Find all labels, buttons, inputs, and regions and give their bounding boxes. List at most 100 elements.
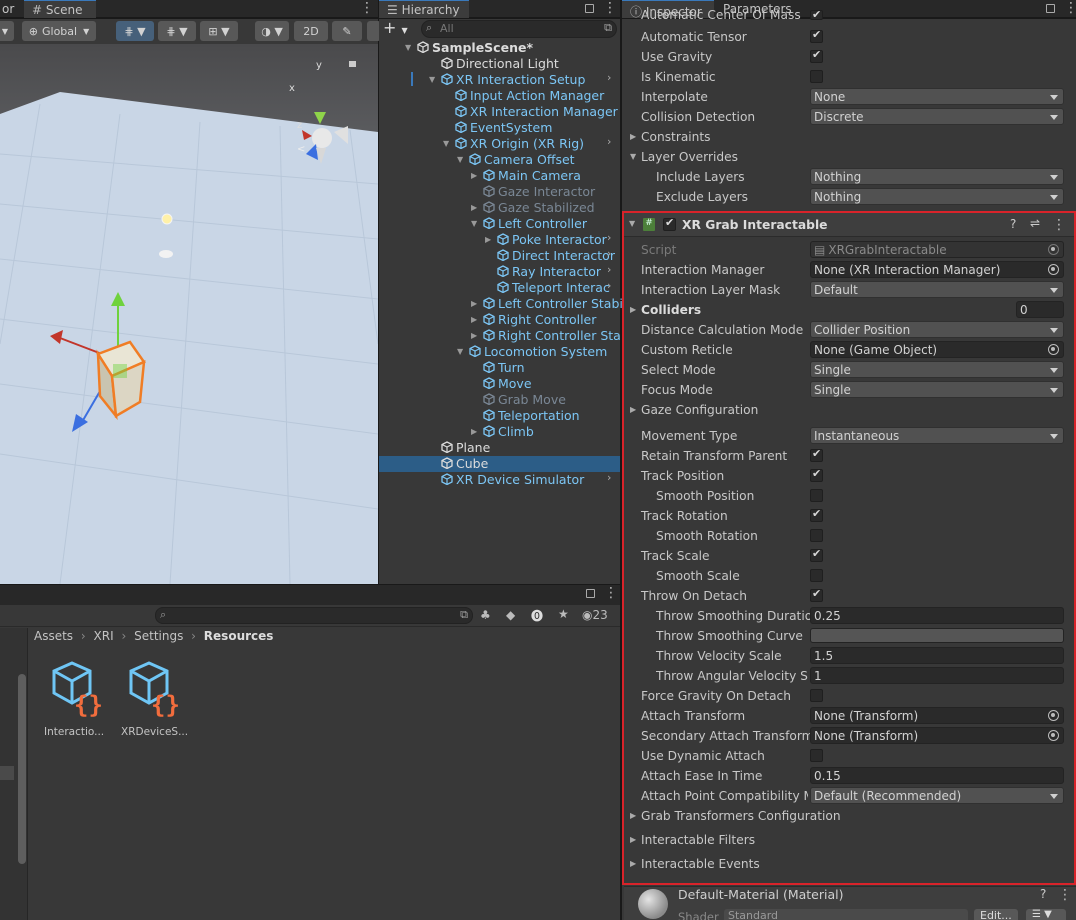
- throw-on-detach-checkbox[interactable]: [810, 587, 823, 602]
- create-button[interactable]: + ▼: [383, 20, 413, 37]
- smooth-rotation-checkbox[interactable]: [810, 529, 823, 542]
- chevron-right-icon[interactable]: ▶: [630, 811, 636, 820]
- warning-icon[interactable]: ⓿: [531, 607, 543, 624]
- hierarchy-item[interactable]: Directional Light: [441, 55, 559, 71]
- scene-menu-icon[interactable]: [360, 0, 374, 16]
- breadcrumb-settings[interactable]: Settings: [134, 629, 183, 643]
- chevron-right-icon[interactable]: ▶: [471, 299, 477, 308]
- attach-ease-in-time-field[interactable]: 0.15: [810, 767, 1064, 784]
- hierarchy-item[interactable]: ▶ Main Camera: [471, 167, 581, 183]
- filter-icon[interactable]: ⧉: [604, 21, 612, 35]
- hierarchy-item[interactable]: Teleport Interac: [497, 279, 610, 295]
- visibility-count[interactable]: ◉23: [582, 608, 608, 622]
- throw-angular-velocity-scale-field[interactable]: 1: [810, 667, 1064, 684]
- component-menu-icon[interactable]: [1052, 217, 1066, 233]
- hierarchy-item[interactable]: ▶ Climb: [471, 423, 534, 439]
- secondary-attach-transform-field[interactable]: None (Transform): [810, 727, 1064, 744]
- component-header[interactable]: ▼ # ✔ XR Grab Interactable ? ⇌: [624, 213, 1074, 237]
- tab-animator[interactable]: or: [0, 0, 22, 18]
- hierarchy-item[interactable]: ▼ XR Interaction Setup: [429, 71, 585, 87]
- automatic-tensor-checkbox[interactable]: [810, 28, 823, 43]
- gizmo-lock-icon[interactable]: [349, 61, 356, 67]
- include-layers-dropdown[interactable]: Nothing: [810, 168, 1064, 185]
- colliders-size-field[interactable]: 0: [1016, 301, 1064, 318]
- scene-viewport[interactable]: y x z <: [0, 44, 378, 584]
- chevron-right-icon[interactable]: ›: [607, 247, 611, 260]
- hierarchy-item[interactable]: ▼ SampleScene*: [405, 39, 533, 55]
- project-search-input[interactable]: ⌕ ⧉: [155, 607, 473, 624]
- hierarchy-item[interactable]: ▶ Right Controller Stabi: [471, 327, 632, 343]
- hierarchy-item[interactable]: Plane: [441, 439, 490, 455]
- hierarchy-menu-icon[interactable]: [603, 0, 617, 16]
- shader-options-button[interactable]: ☰ ▼: [1026, 909, 1066, 920]
- chevron-right-icon[interactable]: ›: [607, 263, 611, 276]
- interaction-manager-field[interactable]: None (XR Interaction Manager): [810, 261, 1064, 278]
- track-rotation-checkbox[interactable]: [810, 507, 823, 522]
- chevron-right-icon[interactable]: ▶: [471, 315, 477, 324]
- hierarchy-item[interactable]: ▶ Left Controller Stabiliz: [471, 295, 636, 311]
- help-icon[interactable]: ?: [1040, 887, 1046, 901]
- project-menu-icon[interactable]: [604, 585, 618, 601]
- chevron-down-icon[interactable]: ▼: [471, 219, 477, 228]
- hierarchy-item[interactable]: EventSystem: [455, 119, 552, 135]
- throw-velocity-scale-field[interactable]: 1.5: [810, 647, 1064, 664]
- throw-smoothing-duration-field[interactable]: 0.25: [810, 607, 1064, 624]
- retain-transform-parent-checkbox[interactable]: [810, 447, 823, 462]
- inspector-menu-icon[interactable]: [1064, 0, 1076, 16]
- tree-scrollbar[interactable]: [18, 674, 26, 864]
- filter-type-icon[interactable]: ♣: [480, 608, 491, 622]
- chevron-right-icon[interactable]: ▶: [471, 427, 477, 436]
- hierarchy-item[interactable]: Teleportation: [483, 407, 580, 423]
- select-mode-dropdown[interactable]: Single: [810, 361, 1064, 378]
- hierarchy-item[interactable]: ▶ Poke Interactor: [485, 231, 607, 247]
- hierarchy-search-input[interactable]: ⌕ All ⧉: [421, 20, 617, 38]
- use-dynamic-attach-checkbox[interactable]: [810, 749, 823, 762]
- hierarchy-item[interactable]: ▶ Gaze Stabilized: [471, 199, 595, 215]
- collision-detection-dropdown[interactable]: Discrete: [810, 108, 1064, 125]
- mode-2d-button[interactable]: 2D: [294, 21, 328, 41]
- grab-transformers-foldout[interactable]: Grab Transformers Configuration: [641, 807, 841, 825]
- chevron-down-icon[interactable]: ▼: [457, 347, 463, 356]
- hierarchy-item[interactable]: Direct Interactor: [497, 247, 615, 263]
- colliders-foldout[interactable]: Colliders: [641, 301, 701, 319]
- chevron-right-icon[interactable]: ›: [607, 231, 611, 244]
- lighting-toggle-button[interactable]: ✎: [332, 21, 362, 41]
- chevron-right-icon[interactable]: ▶: [630, 305, 636, 314]
- movement-type-dropdown[interactable]: Instantaneous: [810, 427, 1064, 444]
- custom-reticle-field[interactable]: None (Game Object): [810, 341, 1064, 358]
- chevron-right-icon[interactable]: ▶: [485, 235, 491, 244]
- interactable-events-foldout[interactable]: Interactable Events: [641, 855, 760, 873]
- component-enabled-checkbox[interactable]: ✔: [663, 216, 676, 231]
- smooth-scale-checkbox[interactable]: [810, 569, 823, 582]
- draw-mode-button[interactable]: ◑ ▼: [255, 21, 289, 41]
- breadcrumb-resources[interactable]: Resources: [204, 629, 274, 643]
- gaze-configuration-foldout[interactable]: Gaze Configuration: [641, 401, 758, 419]
- chevron-right-icon[interactable]: ▶: [630, 835, 636, 844]
- track-position-checkbox[interactable]: [810, 467, 823, 482]
- interpolate-dropdown[interactable]: None: [810, 88, 1064, 105]
- interaction-layer-mask-dropdown[interactable]: Default: [810, 281, 1064, 298]
- hierarchy-item[interactable]: ▼ XR Origin (XR Rig): [443, 135, 584, 151]
- hierarchy-item[interactable]: Move: [483, 375, 532, 391]
- chevron-right-icon[interactable]: ›: [607, 135, 611, 148]
- lock-icon[interactable]: [585, 4, 594, 13]
- throw-smoothing-curve-field[interactable]: [810, 628, 1064, 643]
- chevron-down-icon[interactable]: ▼: [405, 43, 411, 52]
- folder-tree[interactable]: [0, 628, 28, 920]
- chevron-down-icon[interactable]: ▼: [457, 155, 463, 164]
- layer-overrides-foldout[interactable]: Layer Overrides: [641, 148, 738, 166]
- chevron-down-icon[interactable]: ▼: [443, 139, 449, 148]
- tree-selected-item[interactable]: [0, 766, 14, 780]
- hierarchy-item[interactable]: ▼ Locomotion System: [457, 343, 607, 359]
- lock-icon[interactable]: [1046, 4, 1055, 13]
- help-icon[interactable]: ?: [1010, 217, 1016, 231]
- chevron-right-icon[interactable]: ▶: [630, 132, 636, 141]
- hierarchy-item[interactable]: XR Interaction Manager: [455, 103, 618, 119]
- breadcrumb-assets[interactable]: Assets: [34, 629, 73, 643]
- object-picker-icon[interactable]: [1048, 344, 1059, 355]
- chevron-right-icon[interactable]: ›: [607, 279, 611, 292]
- attach-transform-field[interactable]: None (Transform): [810, 707, 1064, 724]
- chevron-right-icon[interactable]: ▶: [471, 171, 477, 180]
- shader-dropdown[interactable]: Standard: [724, 909, 968, 920]
- shader-edit-button[interactable]: Edit...: [974, 909, 1018, 920]
